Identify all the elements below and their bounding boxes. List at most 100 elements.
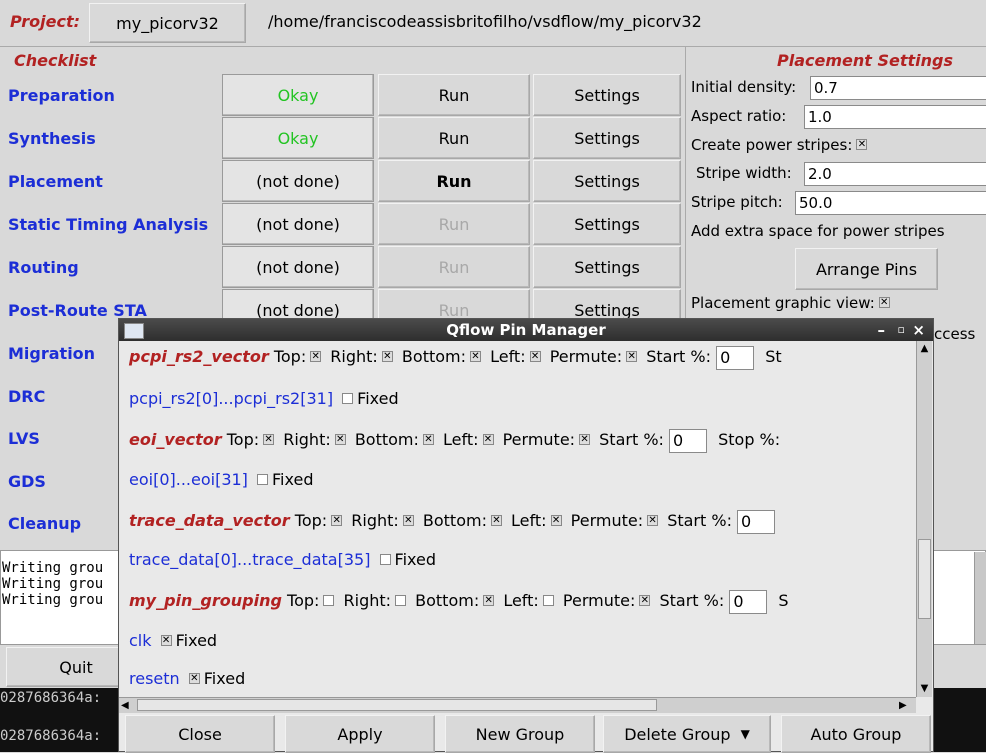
permute-checkbox[interactable]: ✕: [647, 515, 659, 526]
pin-range[interactable]: trace_data[0]...trace_data[35]: [129, 550, 370, 569]
start-input[interactable]: 0: [737, 509, 776, 534]
terminal-line: 0287686364a:: [0, 690, 102, 706]
bottom-checkbox[interactable]: ✕: [490, 515, 502, 526]
new-group-button[interactable]: New Group: [445, 715, 595, 753]
step-label-placement: Placement: [8, 172, 103, 191]
project-path: /home/franciscodeassisbritofilho/vsdflow…: [268, 12, 702, 31]
left-label: Left:: [503, 591, 539, 610]
synthesis-settings-button[interactable]: Settings: [533, 117, 681, 159]
group-row: trace_data_vector Top: ✕ Right: ✕ Bottom: ✕…: [129, 509, 776, 534]
dialog-titlebar[interactable]: Qflow Pin Manager – ▫ ×: [119, 319, 933, 341]
pin-name[interactable]: clk: [129, 631, 152, 650]
minimize-icon[interactable]: –: [878, 319, 886, 341]
group-row: pcpi_rs2_vector Top: ✕ Right: ✕ Bottom: ✕ L…: [129, 345, 782, 370]
start-input[interactable]: 0: [669, 428, 707, 453]
placement-run-button[interactable]: Run: [378, 160, 530, 202]
step-label-gds: GDS: [8, 472, 46, 491]
start-input[interactable]: 0: [716, 345, 755, 370]
left-checkbox[interactable]: ✕: [550, 515, 562, 526]
initial-density-input[interactable]: 0.7: [810, 76, 986, 100]
bottom-checkbox[interactable]: ✕: [483, 595, 495, 606]
bottom-checkbox[interactable]: ✕: [470, 351, 481, 362]
stripe-width-input[interactable]: 2.0: [804, 162, 986, 186]
checklist-title: Checklist: [14, 51, 97, 70]
log-scrollbar[interactable]: [974, 552, 986, 644]
right-label: Right:: [351, 511, 399, 530]
preparation-run-button[interactable]: Run: [378, 74, 530, 116]
step-label-synthesis: Synthesis: [8, 129, 96, 148]
permute-label: Permute:: [570, 511, 644, 530]
project-name-button[interactable]: my_picorv32: [89, 3, 246, 43]
routing-settings-button[interactable]: Settings: [533, 246, 681, 288]
sta-run-button[interactable]: Run: [378, 203, 530, 245]
top-checkbox[interactable]: ✕: [263, 434, 275, 445]
right-checkbox[interactable]: ✕: [334, 434, 346, 445]
header-divider: [0, 46, 986, 47]
left-checkbox[interactable]: [542, 595, 554, 606]
scroll-thumb[interactable]: [918, 539, 931, 619]
delete-group-dropdown[interactable]: Delete Group ▼: [603, 715, 771, 753]
preparation-settings-button[interactable]: Settings: [533, 74, 681, 116]
apply-button[interactable]: Apply: [285, 715, 435, 753]
top-checkbox[interactable]: ✕: [331, 515, 343, 526]
pin-row: clk ✕ Fixed: [129, 629, 217, 653]
hscroll-thumb[interactable]: [137, 699, 657, 711]
stop-label-partial: St: [765, 347, 782, 366]
top-label: Top:: [287, 591, 320, 610]
left-checkbox[interactable]: ✕: [482, 434, 494, 445]
top-checkbox[interactable]: ✕: [310, 351, 322, 362]
right-checkbox[interactable]: [395, 595, 407, 606]
extra-space-label: Add extra space for power stripes: [691, 222, 945, 240]
vertical-scrollbar[interactable]: ▲ ▼: [916, 341, 932, 697]
scroll-down-icon[interactable]: ▼: [917, 681, 932, 697]
pin-row: trace_data[0]...trace_data[35] Fixed: [129, 548, 436, 572]
dropdown-arrow-icon: ▼: [740, 727, 750, 741]
scroll-left-icon[interactable]: ◀: [121, 698, 135, 713]
fixed-checkbox[interactable]: [257, 474, 269, 485]
bottom-label: Bottom:: [401, 347, 466, 366]
pin-name[interactable]: resetn: [129, 669, 180, 688]
graphic-view-checkbox[interactable]: ✕: [878, 297, 890, 308]
bottom-checkbox[interactable]: ✕: [422, 434, 434, 445]
left-checkbox[interactable]: ✕: [529, 351, 541, 362]
step-label-routing: Routing: [8, 258, 79, 277]
step-label-preparation: Preparation: [8, 86, 115, 105]
routing-run-button[interactable]: Run: [378, 246, 530, 288]
auto-group-button[interactable]: Auto Group: [781, 715, 931, 753]
placement-status: (not done): [222, 160, 374, 202]
initial-density-label: Initial density:: [691, 78, 797, 96]
permute-checkbox[interactable]: ✕: [579, 434, 591, 445]
placement-settings-button[interactable]: Settings: [533, 160, 681, 202]
close-icon[interactable]: ×: [912, 319, 925, 341]
terminal-line: 0287686364a:: [0, 728, 102, 744]
top-checkbox[interactable]: [323, 595, 335, 606]
pin-row: pcpi_rs2[0]...pcpi_rs2[31] Fixed: [129, 387, 399, 411]
aspect-ratio-input[interactable]: 1.0: [804, 105, 986, 129]
synthesis-run-button[interactable]: Run: [378, 117, 530, 159]
sta-settings-button[interactable]: Settings: [533, 203, 681, 245]
right-checkbox[interactable]: ✕: [402, 515, 414, 526]
permute-checkbox[interactable]: ✕: [639, 595, 651, 606]
group-row: eoi_vector Top: ✕ Right: ✕ Bottom: ✕ Left: ✕…: [129, 428, 780, 453]
horizontal-scrollbar[interactable]: ◀ ▶: [119, 697, 916, 713]
right-checkbox[interactable]: ✕: [381, 351, 393, 362]
delete-group-label: Delete Group: [624, 724, 731, 744]
pin-range[interactable]: eoi[0]...eoi[31]: [129, 470, 248, 489]
pin-range[interactable]: pcpi_rs2[0]...pcpi_rs2[31]: [129, 389, 333, 408]
scroll-up-icon[interactable]: ▲: [917, 341, 932, 357]
stripe-pitch-input[interactable]: 50.0: [795, 191, 986, 215]
scroll-right-icon[interactable]: ▶: [899, 698, 913, 713]
maximize-icon[interactable]: ▫: [898, 319, 905, 341]
fixed-checkbox[interactable]: [342, 393, 354, 404]
start-input[interactable]: 0: [729, 589, 768, 614]
close-button[interactable]: Close: [125, 715, 275, 753]
log-line: Writing grou: [2, 592, 104, 608]
sta-status: (not done): [222, 203, 374, 245]
arrange-pins-button[interactable]: Arrange Pins: [795, 248, 938, 290]
power-stripes-checkbox[interactable]: ✕: [856, 139, 868, 150]
fixed-checkbox[interactable]: ✕: [188, 673, 200, 684]
fixed-checkbox[interactable]: ✕: [160, 635, 172, 646]
permute-checkbox[interactable]: ✕: [626, 351, 638, 362]
start-label: Start %:: [667, 511, 732, 530]
fixed-checkbox[interactable]: [379, 554, 391, 565]
